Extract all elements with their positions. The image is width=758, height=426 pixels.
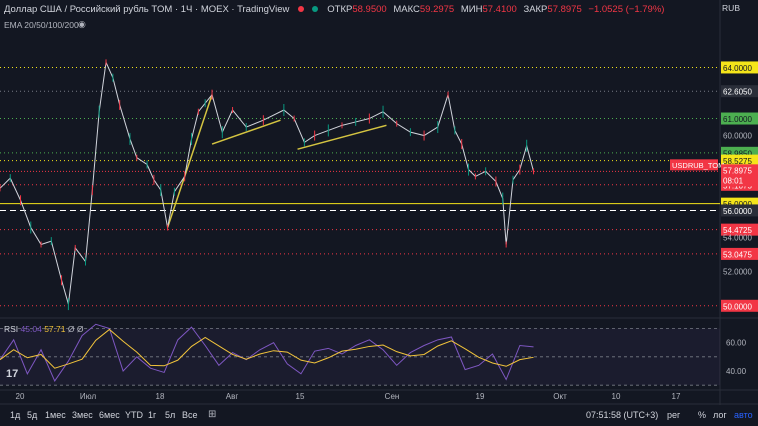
low-label: МИН: [460, 4, 483, 15]
rsi-name: RSI: [4, 324, 19, 334]
level-lines: [0, 66, 720, 307]
timeframe-1m[interactable]: 1мес: [45, 410, 66, 420]
calendar-icon[interactable]: ⊞: [208, 409, 216, 420]
rsi-tick-label: 40.00: [726, 367, 747, 376]
time-tick-label: 19: [476, 392, 485, 401]
timeframe-all[interactable]: Все: [182, 410, 198, 420]
timeframe-1d[interactable]: 1д: [10, 410, 20, 420]
ema-indicator-label[interactable]: EMA 20/50/100/200: [4, 20, 79, 30]
tradingview-logo-icon[interactable]: 17: [6, 368, 18, 380]
scale-regular[interactable]: рег: [667, 410, 680, 420]
time-tick-label: 18: [156, 392, 165, 401]
status-dot-icon: [297, 6, 304, 13]
time-axis: 20 Июл 18 Авг 15 Сен 19 Окт 10 17: [16, 392, 681, 401]
level-tag-label: 64.0000: [723, 64, 752, 73]
timeframe-5d[interactable]: 5д: [27, 410, 37, 420]
trendline: [297, 124, 387, 150]
change-value: −1.0525 (−1.79%): [588, 4, 665, 15]
time-tick-label: 17: [672, 392, 681, 401]
symbol-legend: Доллар США / Российский рубль TOM · 1Ч ·…: [4, 4, 664, 15]
price-line: [0, 60, 535, 305]
rsi-pane: 60.00 40.00: [0, 323, 747, 386]
chart-canvas[interactable]: 60.0040.00 64.000062.605061.000058.98505…: [0, 0, 758, 426]
high-label: МАКС: [393, 4, 420, 15]
time-tick-label: 10: [612, 392, 621, 401]
current-price-label: 57.8975: [723, 166, 752, 175]
eye-icon[interactable]: ◉: [78, 19, 86, 30]
trendline: [166, 94, 213, 228]
rsi-extra-2: Ø: [76, 324, 84, 334]
rsi-value: 45.04: [20, 324, 42, 334]
time-tick-label: Сен: [385, 392, 400, 401]
rsi-indicator-label[interactable]: RSI 45.04 57.71 Ø Ø: [4, 324, 83, 334]
open-label: ОТКР: [327, 4, 353, 15]
level-tag-label: 50.0000: [723, 302, 752, 311]
open-value: 58.9500: [352, 4, 387, 15]
rsi-extra-1: Ø: [67, 324, 75, 334]
currency-selector[interactable]: RUB: [722, 3, 740, 13]
timeframe-5y[interactable]: 5л: [165, 410, 175, 420]
scale-log[interactable]: лог: [713, 410, 727, 420]
scale-auto[interactable]: авто: [734, 410, 753, 420]
price-tick-label: 60.0000: [723, 132, 752, 141]
rsi-ma-value: 57.71: [44, 324, 66, 334]
price-tick-label: 54.0000: [723, 234, 752, 243]
price-axis: 64.000062.605061.000058.985058.527557.10…: [670, 61, 758, 312]
close-label: ЗАКР: [523, 4, 548, 15]
timeframe-6m[interactable]: 6мес: [99, 410, 120, 420]
status-dot-icon: [311, 6, 318, 13]
time-tick-label: 15: [296, 392, 305, 401]
time-tick-label: Июл: [80, 392, 97, 401]
symbol-tag-label: USDRUB_TOM: [672, 161, 724, 170]
time-tick-label: Окт: [553, 392, 567, 401]
symbol-title[interactable]: Доллар США / Российский рубль TOM · 1Ч ·…: [4, 4, 289, 15]
timeframe-3m[interactable]: 3мес: [72, 410, 93, 420]
level-tag-label: 61.0000: [723, 115, 752, 124]
level-tag-label: 53.0475: [723, 250, 752, 259]
price-tick-label: 52.0000: [723, 268, 752, 277]
rsi-tick-label: 60.00: [726, 339, 747, 348]
high-value: 59.2975: [419, 4, 455, 15]
countdown-label: 08:01: [723, 176, 744, 185]
low-value: 57.4100: [482, 4, 517, 15]
time-tick-label: 20: [16, 392, 25, 401]
bottom-toolbar: 1д 5д 1мес 3мес 6мес YTD 1г 5л Все ⊞ 07:…: [0, 405, 758, 426]
time-tick-label: Авг: [226, 392, 239, 401]
timeframe-1y[interactable]: 1г: [148, 410, 156, 420]
clock[interactable]: 07:51:58 (UTC+3): [586, 410, 658, 420]
level-tag-label: 62.6050: [723, 88, 752, 97]
level-tag-label: 56.0000: [723, 207, 752, 216]
timeframe-ytd[interactable]: YTD: [125, 410, 143, 420]
scale-percent[interactable]: %: [698, 410, 706, 420]
close-value: 57.8975: [547, 4, 582, 15]
